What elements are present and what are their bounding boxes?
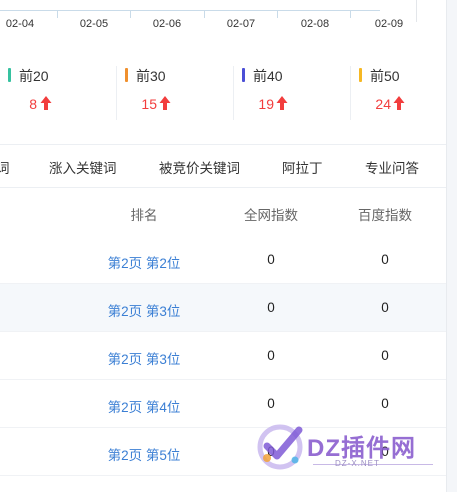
tab-keywords[interactable]: 词 — [0, 157, 10, 177]
color-marker — [359, 68, 362, 82]
tab-aladdin[interactable]: 阿拉丁 — [282, 157, 323, 177]
baidu-index-value: 0 — [381, 252, 389, 267]
axis-tick — [350, 10, 351, 18]
tab-rising-keywords[interactable]: 涨入关键词 — [49, 157, 117, 177]
axis-tick — [57, 10, 58, 18]
axis-end-divider — [416, 0, 417, 22]
axis-tick — [130, 10, 131, 18]
watermark-site: DZ-X.NET — [335, 459, 380, 468]
rank-group-label: 前40 — [253, 68, 283, 84]
rank-group-top30: 前30 15 — [117, 60, 234, 122]
net-index-value: 0 — [267, 300, 275, 315]
color-marker — [242, 68, 245, 82]
table-row: 第2页 第3位 0 0 — [0, 284, 446, 332]
watermark-logo: DZ插件网 DZ-X.NET — [255, 420, 445, 476]
axis-label: 02-09 — [374, 18, 404, 30]
arrow-up-icon — [159, 96, 171, 110]
table-row: 第2页 第2位 0 0 — [0, 236, 446, 284]
rank-group-label: 前30 — [136, 68, 166, 84]
baidu-index-value: 0 — [381, 300, 389, 315]
column-header-rank[interactable]: 排名 — [131, 204, 158, 224]
axis-label: 02-08 — [300, 18, 330, 30]
checkmark-logo-icon — [257, 424, 303, 470]
rank-link[interactable]: 第2页 第4位 — [108, 396, 181, 416]
table-row: 第2页 第3位 0 0 — [0, 332, 446, 380]
rank-group-value: 15 — [141, 96, 157, 112]
date-axis: 02-04 02-05 02-06 02-07 02-08 02-09 — [0, 0, 420, 40]
baidu-index-value: 0 — [381, 348, 389, 363]
tab-expert-qa[interactable]: 专业问答 — [365, 157, 419, 177]
axis-tick — [204, 10, 205, 18]
net-index-value: 0 — [267, 396, 275, 411]
rank-group-top50: 前50 24 — [351, 60, 457, 122]
keyword-tabs: 词 涨入关键词 被竞价关键词 阿拉丁 专业问答 — [0, 144, 446, 188]
column-header-net-index[interactable]: 全网指数 — [244, 204, 298, 224]
rank-group-value: 8 — [29, 96, 37, 112]
rank-group-top20: 前20 8 — [0, 60, 117, 122]
net-index-value: 0 — [267, 348, 275, 363]
rank-link[interactable]: 第2页 第2位 — [108, 252, 181, 272]
rank-group-label: 前20 — [19, 68, 49, 84]
rank-group-top40: 前40 19 — [234, 60, 351, 122]
column-header-baidu-index[interactable]: 百度指数 — [358, 204, 412, 224]
rank-link[interactable]: 第2页 第5位 — [108, 444, 181, 464]
axis-label: 02-07 — [226, 18, 256, 30]
axis-tick — [277, 10, 278, 18]
rank-link[interactable]: 第2页 第3位 — [108, 300, 181, 320]
axis-label: 02-04 — [5, 18, 35, 30]
rank-group-value: 24 — [375, 96, 391, 112]
baidu-index-value: 0 — [381, 396, 389, 411]
arrow-up-icon — [40, 96, 52, 110]
rank-group-value: 19 — [258, 96, 274, 112]
color-marker — [8, 68, 11, 82]
arrow-up-icon — [276, 96, 288, 110]
rank-group-label: 前50 — [370, 68, 400, 84]
color-marker — [125, 68, 128, 82]
rank-summary: 前20 8 前30 15 前40 19 前50 24 — [0, 60, 440, 122]
rank-link[interactable]: 第2页 第3位 — [108, 348, 181, 368]
tab-bidded-keywords[interactable]: 被竞价关键词 — [159, 157, 240, 177]
table-header: 排名 全网指数 百度指数 — [0, 188, 446, 236]
watermark-brand: DZ插件网 — [307, 435, 416, 462]
axis-label: 02-06 — [152, 18, 182, 30]
net-index-value: 0 — [267, 252, 275, 267]
arrow-up-icon — [393, 96, 405, 110]
axis-label: 02-05 — [79, 18, 109, 30]
